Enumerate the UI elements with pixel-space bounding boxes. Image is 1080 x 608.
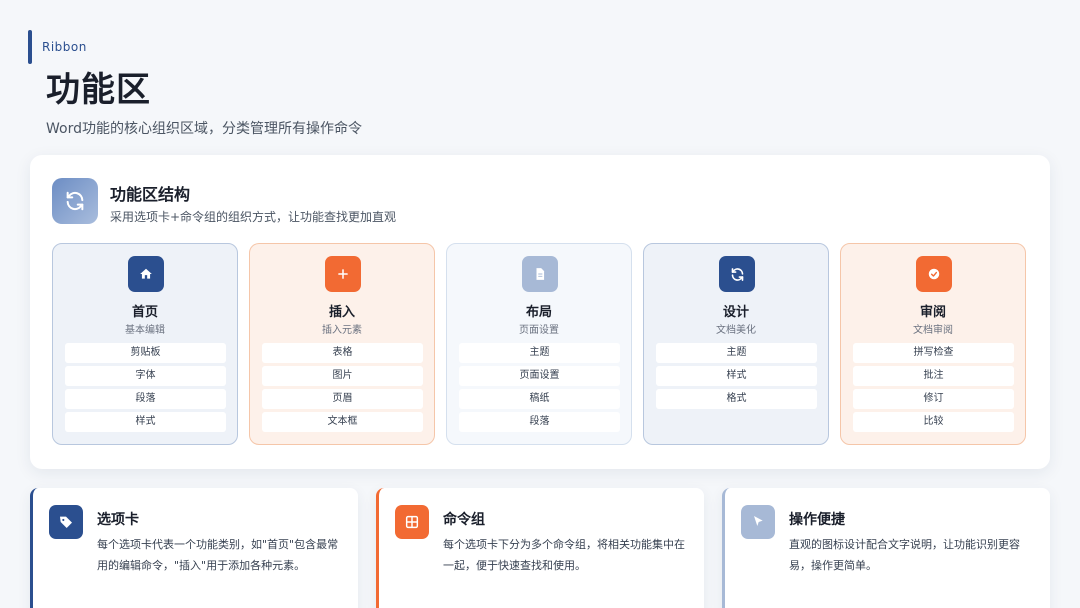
feature-description: 每个选项卡代表一个功能类别，如"首页"包含最常用的编辑命令，"插入"用于添加各种… xyxy=(97,538,339,572)
tab-name: 插入 xyxy=(328,305,355,320)
feature-card-command-groups: 命令组 每个选项卡下分为多个命令组，将相关功能集中在一起，便于快速查找和使用。 xyxy=(376,488,704,608)
command-item[interactable]: 段落 xyxy=(65,389,226,409)
panel-title: 功能区结构 xyxy=(110,185,191,204)
command-item[interactable]: 页眉 xyxy=(262,389,423,409)
command-item[interactable]: 表格 xyxy=(262,343,423,363)
grid-icon xyxy=(395,505,429,539)
document-icon xyxy=(522,256,558,292)
tab-design[interactable]: 设计 文档美化 主题 样式 格式 xyxy=(643,243,829,445)
tab-name: 审阅 xyxy=(919,305,946,320)
command-item[interactable]: 图片 xyxy=(262,366,423,386)
panel-description: 采用选项卡+命令组的组织方式，让功能查找更加直观 xyxy=(110,210,397,224)
command-item[interactable]: 文本框 xyxy=(262,412,423,432)
section-eyebrow: Ribbon xyxy=(42,40,87,54)
ribbon-tabs: 首页 基本编辑 剪贴板 字体 段落 样式 插入 插入元素 表格 图片 页眉 文本… xyxy=(52,243,1026,445)
check-circle-icon xyxy=(916,256,952,292)
tab-subtitle: 基本编辑 xyxy=(125,325,165,336)
command-item[interactable]: 页面设置 xyxy=(459,366,620,386)
command-item[interactable]: 格式 xyxy=(656,389,817,409)
feature-card-tabs: 选项卡 每个选项卡代表一个功能类别，如"首页"包含最常用的编辑命令，"插入"用于… xyxy=(30,488,358,608)
command-item[interactable]: 批注 xyxy=(853,366,1014,386)
tag-icon xyxy=(49,505,83,539)
tab-layout[interactable]: 布局 页面设置 主题 页面设置 稿纸 段落 xyxy=(446,243,632,445)
feature-title: 选项卡 xyxy=(97,512,139,528)
tab-subtitle: 插入元素 xyxy=(322,325,362,336)
page-title: 功能区 xyxy=(46,70,151,110)
tab-name: 布局 xyxy=(525,305,552,320)
header-accent-bar xyxy=(28,30,32,64)
tab-review[interactable]: 审阅 文档审阅 拼写检查 批注 修订 比较 xyxy=(840,243,1026,445)
command-item[interactable]: 样式 xyxy=(656,366,817,386)
tab-insert[interactable]: 插入 插入元素 表格 图片 页眉 文本框 xyxy=(249,243,435,445)
plus-icon xyxy=(325,256,361,292)
cursor-icon xyxy=(741,505,775,539)
feature-description: 每个选项卡下分为多个命令组，将相关功能集中在一起，便于快速查找和使用。 xyxy=(443,538,685,572)
feature-card-ease-of-use: 操作便捷 直观的图标设计配合文字说明，让功能识别更容易，操作更简单。 xyxy=(722,488,1050,608)
tab-name: 设计 xyxy=(722,305,749,320)
command-item[interactable]: 剪贴板 xyxy=(65,343,226,363)
tab-subtitle: 文档美化 xyxy=(716,325,756,336)
command-item[interactable]: 稿纸 xyxy=(459,389,620,409)
refresh-icon xyxy=(52,178,98,224)
feature-description: 直观的图标设计配合文字说明，让功能识别更容易，操作更简单。 xyxy=(789,538,1020,572)
tab-home[interactable]: 首页 基本编辑 剪贴板 字体 段落 样式 xyxy=(52,243,238,445)
command-item[interactable]: 段落 xyxy=(459,412,620,432)
command-item[interactable]: 主题 xyxy=(459,343,620,363)
feature-title: 操作便捷 xyxy=(789,512,845,528)
command-item[interactable]: 样式 xyxy=(65,412,226,432)
home-icon xyxy=(128,256,164,292)
ribbon-structure-panel: 功能区结构 采用选项卡+命令组的组织方式，让功能查找更加直观 首页 基本编辑 剪… xyxy=(30,155,1050,469)
tab-subtitle: 文档审阅 xyxy=(913,325,953,336)
command-item[interactable]: 比较 xyxy=(853,412,1014,432)
command-item[interactable]: 修订 xyxy=(853,389,1014,409)
page-subtitle: Word功能的核心组织区域，分类管理所有操作命令 xyxy=(46,121,362,137)
command-item[interactable]: 主题 xyxy=(656,343,817,363)
feature-title: 命令组 xyxy=(443,512,485,528)
command-item[interactable]: 字体 xyxy=(65,366,226,386)
command-item[interactable]: 拼写检查 xyxy=(853,343,1014,363)
refresh-icon xyxy=(719,256,755,292)
tab-subtitle: 页面设置 xyxy=(519,325,559,336)
tab-name: 首页 xyxy=(131,305,158,320)
